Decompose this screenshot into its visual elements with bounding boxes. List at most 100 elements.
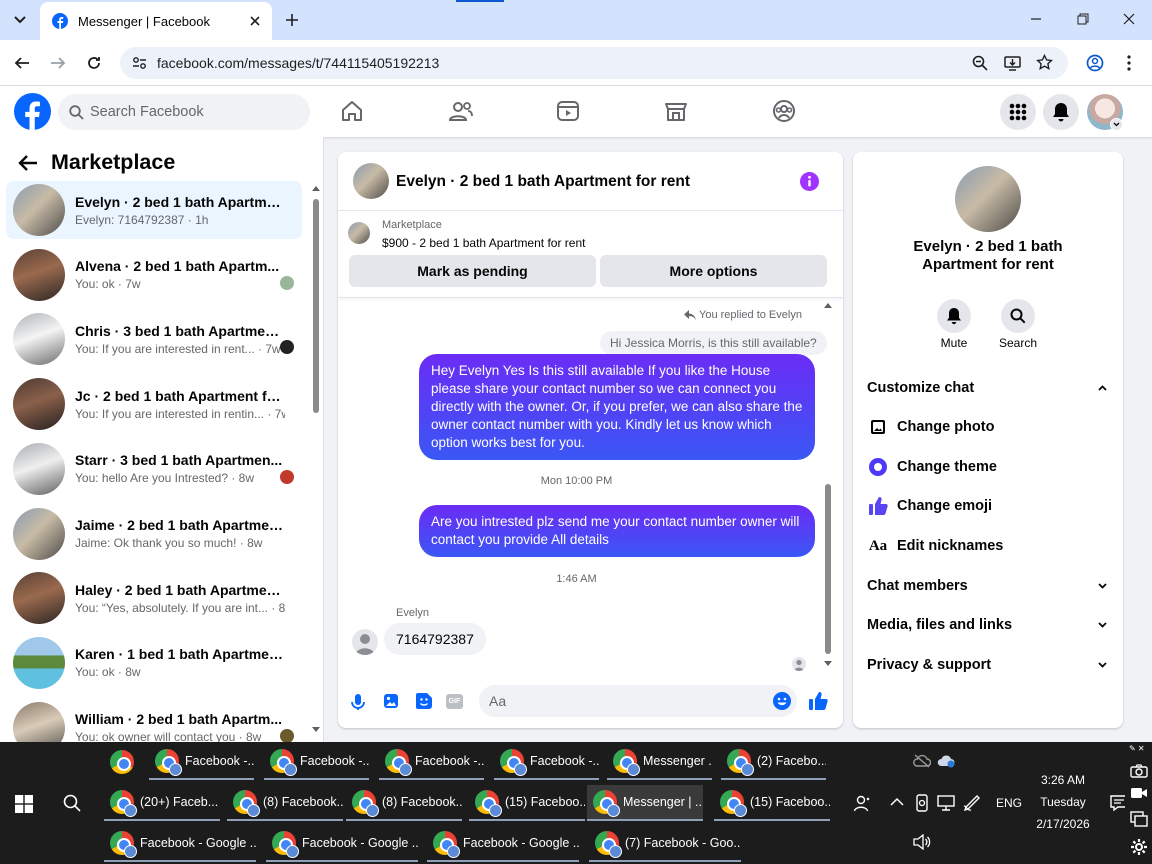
- clock-date[interactable]: 2/17/2026: [1030, 817, 1096, 831]
- facebook-logo-icon[interactable]: [14, 93, 51, 130]
- windows-icon[interactable]: [1130, 811, 1148, 827]
- conversation-item[interactable]: Karen · 1 bed 1 bath Apartment ... You: o…: [6, 634, 302, 692]
- taskbar-window-button[interactable]: (2) Facebo...: [721, 744, 826, 780]
- quoted-message[interactable]: Hi Jessica Morris, is this still availab…: [600, 331, 827, 355]
- privacy-support-section[interactable]: Privacy & support: [867, 647, 1107, 683]
- site-info-icon[interactable]: [132, 56, 147, 70]
- address-bar[interactable]: facebook.com/messages/t/744115405192213: [120, 47, 1068, 79]
- chat-scrollbar[interactable]: [825, 484, 831, 654]
- change-photo-item[interactable]: Change photo: [867, 409, 1107, 445]
- pin-icon[interactable]: ✎ ✕: [1129, 744, 1145, 753]
- taskbar-window-button[interactable]: Facebook -...: [379, 744, 484, 780]
- video-icon[interactable]: [1130, 787, 1148, 799]
- new-tab-icon[interactable]: [284, 12, 300, 28]
- chat-avatar[interactable]: [353, 163, 389, 199]
- forward-icon[interactable]: [50, 55, 66, 71]
- conversation-item[interactable]: Jaime · 2 bed 1 bath Apartment ... Jaime:…: [6, 505, 302, 563]
- minimize-icon[interactable]: [1030, 13, 1042, 25]
- chat-scroll-up-arrow[interactable]: [824, 302, 832, 308]
- conversation-item[interactable]: Evelyn · 2 bed 1 bath Apartment... Evelyn…: [6, 181, 302, 239]
- tray-chevron-up-icon[interactable]: [890, 797, 904, 806]
- taskbar-window-button[interactable]: Facebook - Google ...: [104, 826, 256, 862]
- taskbar-search-icon[interactable]: [63, 794, 81, 812]
- chat-title[interactable]: Evelyn · 2 bed 1 bath Apartment for rent: [396, 173, 690, 191]
- reload-icon[interactable]: [86, 55, 102, 71]
- back-arrow-icon[interactable]: [18, 154, 38, 172]
- conversation-item[interactable]: William · 2 bed 1 bath Apartm... You: ok …: [6, 699, 302, 742]
- profile-icon[interactable]: [1086, 54, 1104, 72]
- scroll-down-arrow[interactable]: [312, 727, 320, 737]
- scroll-up-arrow[interactable]: [312, 185, 320, 195]
- taskbar-chrome-pinned[interactable]: [104, 744, 140, 780]
- close-window-icon[interactable]: [1123, 13, 1135, 25]
- microphone-icon[interactable]: [351, 693, 365, 711]
- gif-icon[interactable]: GIF: [446, 694, 463, 709]
- sender-avatar[interactable]: [352, 629, 378, 655]
- browser-tab-messenger[interactable]: Messenger | Facebook: [40, 2, 272, 40]
- media-files-section[interactable]: Media, files and links: [867, 607, 1107, 643]
- conversation-item[interactable]: Starr · 3 bed 1 bath Apartmen... You: hel…: [6, 440, 302, 498]
- taskbar-window-button[interactable]: Messenger | ...: [587, 785, 703, 821]
- onedrive-icon[interactable]: [937, 754, 955, 768]
- taskbar-window-button[interactable]: Facebook - Google ...: [266, 826, 418, 862]
- chat-scroll-down-arrow[interactable]: [824, 661, 832, 667]
- home-icon[interactable]: [341, 100, 363, 122]
- taskbar-window-button[interactable]: (15) Faceboo...: [469, 785, 585, 821]
- taskbar-window-button[interactable]: Facebook -...: [149, 744, 254, 780]
- language-indicator[interactable]: ENG: [996, 796, 1022, 810]
- account-chevron-icon[interactable]: [1110, 118, 1123, 131]
- mark-as-pending-button[interactable]: Mark as pending: [349, 255, 596, 287]
- conversation-scrollbar[interactable]: [313, 199, 319, 413]
- close-tab-icon[interactable]: [250, 16, 260, 26]
- edit-nicknames-item[interactable]: Aa Edit nicknames: [867, 528, 1107, 564]
- search-in-chat-button[interactable]: [1001, 299, 1035, 333]
- taskbar-window-button[interactable]: (20+) Faceb...: [104, 785, 220, 821]
- chat-members-section[interactable]: Chat members: [867, 568, 1107, 604]
- change-theme-item[interactable]: Change theme: [867, 449, 1107, 485]
- message-bubble-outgoing[interactable]: Are you intrested plz send me your conta…: [419, 505, 815, 557]
- groups-icon[interactable]: [773, 100, 795, 122]
- change-emoji-item[interactable]: Change emoji: [867, 488, 1107, 524]
- taskbar-window-button[interactable]: (7) Facebook - Goo...: [589, 826, 741, 862]
- notifications-button[interactable]: [1043, 94, 1079, 130]
- hidden-cloud-icon[interactable]: [913, 754, 931, 768]
- zoom-icon[interactable]: [972, 55, 988, 71]
- install-app-icon[interactable]: [1004, 55, 1021, 71]
- volume-icon[interactable]: [913, 834, 931, 850]
- browser-menu-icon[interactable]: [1127, 55, 1131, 71]
- customize-chat-section[interactable]: Customize chat: [867, 370, 1107, 406]
- taskbar-window-button[interactable]: Facebook -...: [264, 744, 369, 780]
- clock-day[interactable]: Tuesday: [1036, 795, 1090, 809]
- taskbar-window-button[interactable]: (8) Facebook...: [227, 785, 343, 821]
- listing-description[interactable]: $900 - 2 bed 1 bath Apartment for rent: [382, 236, 585, 250]
- friends-icon[interactable]: [449, 100, 473, 122]
- more-options-button[interactable]: More options: [600, 255, 827, 287]
- taskbar-window-button[interactable]: (15) Faceboo...: [714, 785, 830, 821]
- message-input[interactable]: Aa: [479, 685, 797, 717]
- conversation-item[interactable]: Chris · 3 bed 1 bath Apartmen... You: If …: [6, 310, 302, 368]
- settings-gear-icon[interactable]: [1130, 838, 1148, 856]
- message-bubble-incoming[interactable]: 7164792387: [384, 623, 486, 655]
- facebook-search[interactable]: Search Facebook: [58, 94, 310, 130]
- conversation-item[interactable]: Alvena · 2 bed 1 bath Apartm... You: ok ·…: [6, 246, 302, 304]
- device-icon[interactable]: [914, 794, 930, 812]
- like-thumb-icon[interactable]: [808, 691, 828, 711]
- restore-icon[interactable]: [1077, 13, 1089, 25]
- message-bubble-outgoing[interactable]: Hey Evelyn Yes Is this still available I…: [419, 354, 815, 460]
- network-icon[interactable]: [937, 795, 955, 811]
- listing-thumbnail[interactable]: [348, 222, 370, 244]
- people-icon[interactable]: [853, 794, 871, 812]
- info-icon[interactable]: [800, 172, 819, 191]
- pen-icon[interactable]: [963, 794, 981, 812]
- back-icon[interactable]: [14, 55, 30, 71]
- windows-start-icon[interactable]: [15, 795, 33, 813]
- info-avatar[interactable]: [955, 166, 1021, 232]
- marketplace-icon[interactable]: [665, 100, 687, 122]
- taskbar-window-button[interactable]: Facebook - Google ...: [427, 826, 579, 862]
- conversation-item[interactable]: Haley · 2 bed 1 bath Apartment ... You: “…: [6, 569, 302, 627]
- mute-button[interactable]: [937, 299, 971, 333]
- photo-icon[interactable]: [383, 693, 399, 709]
- taskbar-window-button[interactable]: Facebook -...: [494, 744, 599, 780]
- menu-grid-button[interactable]: [1000, 94, 1036, 130]
- sticker-icon[interactable]: [415, 692, 433, 710]
